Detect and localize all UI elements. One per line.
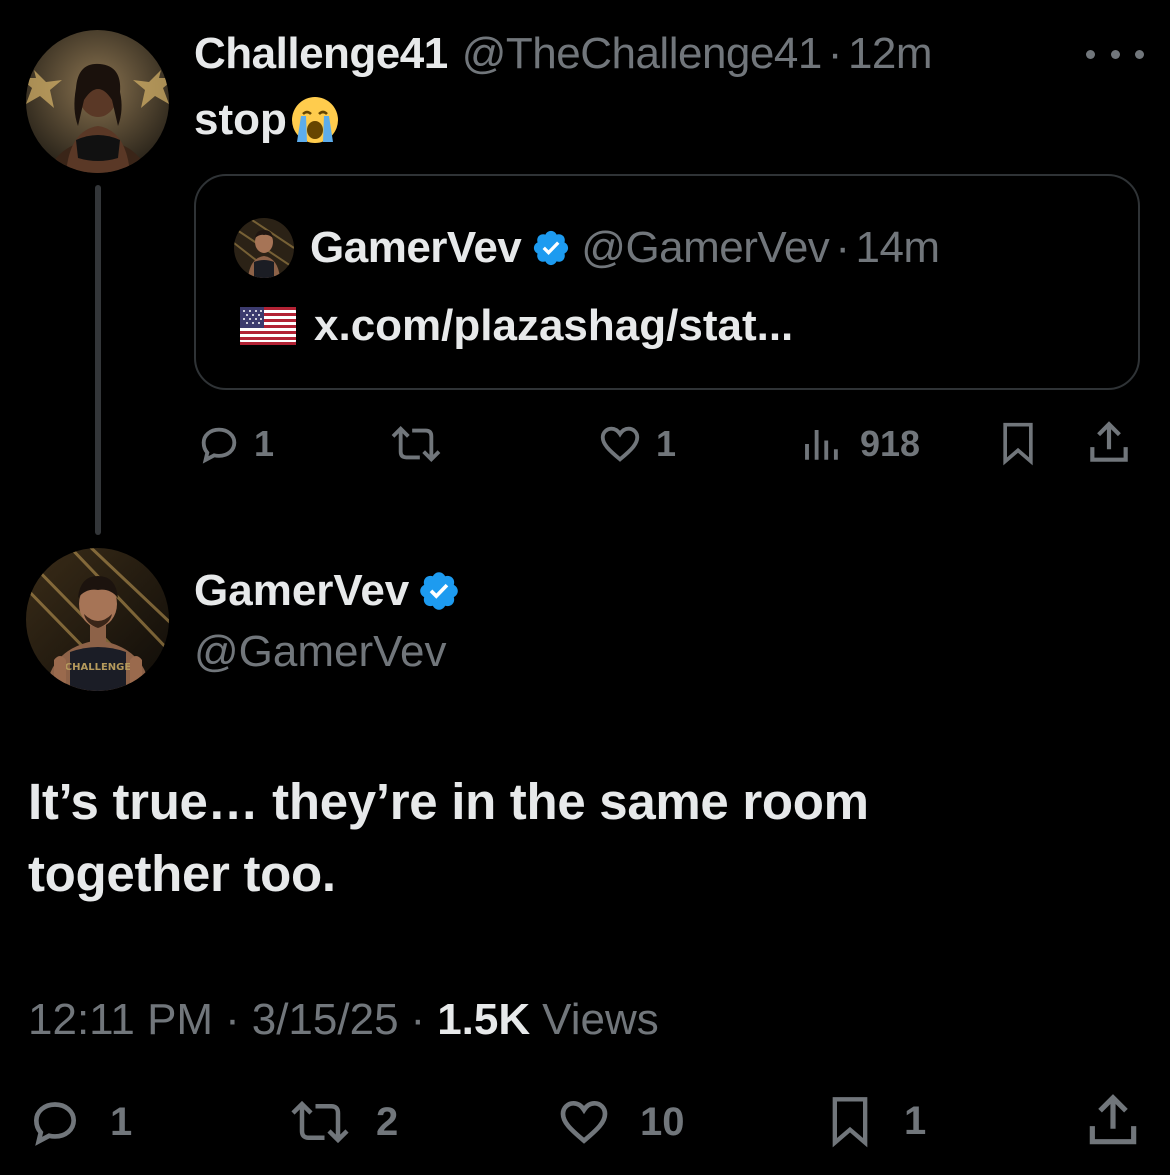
share-icon: [1090, 421, 1128, 462]
quoted-link-text[interactable]: x.com/plazashag/stat...: [314, 301, 793, 351]
main-tweet-author[interactable]: GamerVev: [194, 562, 471, 620]
loudly-crying-face-icon: [291, 97, 338, 143]
views-count[interactable]: 1.5K: [437, 995, 530, 1045]
quoted-author-avatar: [234, 218, 294, 278]
bookmark-button[interactable]: 1: [824, 1090, 926, 1152]
like-count: 1: [656, 423, 677, 464]
more-dot: [1110, 49, 1120, 59]
heart-icon: [560, 1100, 608, 1144]
parent-tweet-text: stop: [194, 92, 341, 148]
thread-connector-line: [95, 185, 101, 535]
more-dot: [1086, 49, 1095, 59]
avatar-gamervev[interactable]: CHALLENGE: [26, 548, 169, 691]
bookmark-icon: [1003, 422, 1033, 466]
separator-dot: ·: [835, 223, 850, 272]
verified-badge-icon[interactable]: [417, 569, 461, 613]
tweet-text: stop: [194, 95, 287, 144]
repost-icon: [291, 1100, 349, 1144]
author-display-name[interactable]: Challenge41: [194, 29, 448, 79]
repost-button[interactable]: 2: [284, 1094, 398, 1150]
bookmark-count: 1: [904, 1098, 927, 1143]
quoted-author-handle: @GamerVev: [581, 223, 830, 272]
repost-count: 2: [376, 1099, 399, 1144]
analytics-icon: [805, 430, 838, 460]
like-count: 10: [640, 1099, 685, 1144]
like-button[interactable]: 1: [596, 420, 676, 468]
more-dot: [1135, 49, 1144, 59]
author-handle[interactable]: @GamerVev: [194, 624, 447, 680]
tweet-date[interactable]: 3/15/25: [252, 995, 399, 1045]
tweet-time[interactable]: 12m: [848, 29, 933, 79]
avatar-challenge41[interactable]: [26, 30, 169, 173]
views-button[interactable]: 918: [800, 420, 920, 468]
quoted-tweet-header: GamerVev @GamerVev · 14m: [310, 220, 940, 276]
quoted-tweet-time: 14m: [855, 223, 940, 272]
parent-tweet-header: Challenge41 @TheChallenge41 · 12m: [194, 26, 933, 82]
bookmark-button[interactable]: [996, 418, 1040, 468]
reply-icon: [201, 427, 237, 464]
repost-icon: [391, 425, 441, 463]
quoted-tweet-body: x.com/plazashag/stat...: [240, 298, 793, 354]
view-count: 918: [860, 423, 921, 464]
separator-dot: ·: [225, 995, 240, 1044]
reply-count: 1: [254, 423, 275, 464]
tweet-timestamp[interactable]: 12:11 PM: [28, 995, 213, 1045]
author-display-name[interactable]: GamerVev: [194, 566, 409, 616]
quoted-tweet-card[interactable]: [194, 174, 1140, 390]
repost-button[interactable]: [384, 420, 458, 468]
bookmark-icon: [832, 1097, 868, 1148]
like-button[interactable]: 10: [554, 1094, 685, 1150]
tweet-text-line: It’s true… they’re in the same room: [28, 773, 869, 830]
tweet-text-line: together too.: [28, 845, 336, 902]
main-tweet-text: It’s true… they’re in the same room toge…: [28, 766, 1138, 910]
tweet-metadata: 12:11 PM · 3/15/25 · 1.5K Views: [28, 992, 659, 1048]
reply-count: 1: [110, 1099, 133, 1144]
quoted-author-name: GamerVev: [310, 223, 522, 272]
reply-button[interactable]: 1: [196, 420, 274, 468]
separator-dot: ·: [410, 995, 426, 1044]
share-button[interactable]: [1084, 418, 1134, 468]
share-icon: [1089, 1094, 1137, 1145]
views-label: Views: [542, 995, 659, 1044]
svg-text:CHALLENGE: CHALLENGE: [65, 662, 132, 673]
heart-icon: [600, 426, 640, 462]
reply-icon: [33, 1102, 77, 1146]
reply-button[interactable]: 1: [26, 1094, 132, 1150]
separator-dot: ·: [827, 29, 843, 78]
us-flag-icon: [240, 307, 296, 345]
share-button[interactable]: [1082, 1090, 1144, 1152]
author-handle[interactable]: @TheChallenge41: [462, 29, 823, 79]
more-options-button[interactable]: [1086, 34, 1144, 74]
verified-badge-icon: [534, 230, 569, 266]
